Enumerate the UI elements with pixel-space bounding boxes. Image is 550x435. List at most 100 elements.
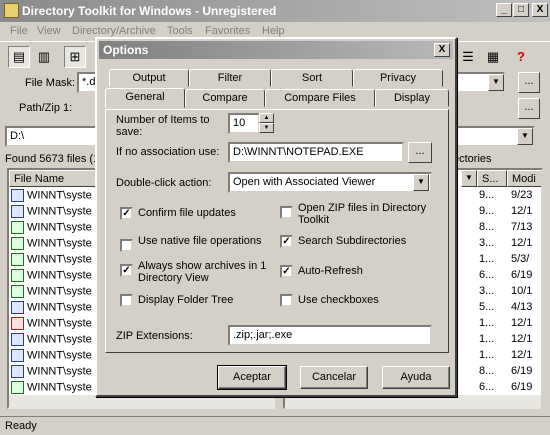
double-click-select[interactable]: Open with Associated Viewer xyxy=(228,172,432,193)
file-icon xyxy=(11,237,24,250)
list-item[interactable]: WINNT\syste xyxy=(11,285,92,301)
file-mask-dropdown-icon[interactable]: ▼ xyxy=(488,74,504,91)
spin-up-icon[interactable]: ▲ xyxy=(259,113,274,123)
tab-filter[interactable]: Filter xyxy=(189,69,271,87)
cell-s: 5... xyxy=(479,301,495,313)
list-item[interactable]: WINNT\syste xyxy=(11,301,92,317)
help-icon[interactable]: ? xyxy=(510,46,532,68)
file-mask-label: File Mask: xyxy=(25,77,76,89)
checkbox[interactable] xyxy=(280,206,293,219)
cell-s: 1... xyxy=(479,333,495,345)
directories-label: ectories xyxy=(453,153,492,165)
tab-general[interactable]: General xyxy=(105,88,185,108)
menu-help[interactable]: Help xyxy=(262,25,285,37)
options-dialog: Options X Output Filter Sort Privacy Gen… xyxy=(95,37,457,397)
checkbox[interactable]: ✓ xyxy=(120,207,133,220)
file-mask-browse-button[interactable]: ... xyxy=(518,72,540,93)
tab-display[interactable]: Display xyxy=(375,89,449,107)
menu-view[interactable]: View xyxy=(37,25,61,37)
list-item[interactable]: WINNT\syste xyxy=(11,269,92,285)
tab-compare-files[interactable]: Compare Files xyxy=(265,89,375,107)
checkbox[interactable] xyxy=(280,294,293,307)
association-input[interactable]: D:\WINNT\NOTEPAD.EXE xyxy=(228,142,404,163)
right-horizontal-scrollbar[interactable] xyxy=(285,395,541,409)
path-browse-button[interactable]: ... xyxy=(518,98,540,119)
checkbox-label: Confirm file updates xyxy=(138,207,236,219)
checkbox-label: Auto-Refresh xyxy=(298,265,363,277)
cell-m: 12/1 xyxy=(511,205,533,217)
file-name: WINNT\syste xyxy=(27,285,92,298)
column-modified[interactable]: Modi xyxy=(507,170,541,187)
file-name: WINNT\syste xyxy=(27,381,92,394)
sort-icon[interactable]: ▼ xyxy=(461,170,477,187)
found-count: Found 5673 files (1 xyxy=(5,153,100,165)
items-spinner[interactable]: ▲ ▼ xyxy=(259,113,274,133)
checkbox-label: Search Subdirectories xyxy=(298,235,407,247)
list-item[interactable]: WINNT\syste xyxy=(11,253,92,269)
checkbox[interactable]: ✓ xyxy=(280,235,293,248)
cell-m: 5/3/ xyxy=(511,253,530,265)
grid-icon[interactable]: ▦ xyxy=(482,46,504,68)
tab-sort[interactable]: Sort xyxy=(271,69,353,87)
column-file-name[interactable]: File Name xyxy=(9,170,109,187)
tab-privacy[interactable]: Privacy xyxy=(353,69,443,87)
list-item[interactable]: WINNT\syste xyxy=(11,189,92,205)
checkbox-label: Open ZIP files in Directory Toolkit xyxy=(298,202,427,226)
window-title: Directory Toolkit for Windows - Unregist… xyxy=(22,4,277,18)
maximize-button[interactable]: □ xyxy=(513,3,529,17)
checkbox[interactable]: ✓ xyxy=(280,265,293,278)
list-item[interactable]: WINNT\syste xyxy=(11,333,92,349)
list-item[interactable]: WINNT\syste xyxy=(11,237,92,253)
spin-down-icon[interactable]: ▼ xyxy=(259,123,274,133)
cell-s: 6... xyxy=(479,381,495,393)
checkbox-label: Use native file operations xyxy=(138,235,262,247)
cell-s: 8... xyxy=(479,365,495,377)
file-mask-input[interactable]: *.d xyxy=(77,72,97,93)
left-horizontal-scrollbar[interactable] xyxy=(9,395,275,409)
menu-directory-archive[interactable]: Directory/Archive xyxy=(72,25,156,37)
items-input[interactable]: 10 xyxy=(228,113,260,134)
menu-favorites[interactable]: Favorites xyxy=(205,25,250,37)
list-view-icon[interactable]: ▤ xyxy=(8,46,30,68)
checkbox[interactable]: ✓ xyxy=(120,264,133,277)
list-item[interactable]: WINNT\syste xyxy=(11,365,92,381)
path-label: Path/Zip 1: xyxy=(19,102,73,114)
path-dropdown-icon[interactable]: ▼ xyxy=(517,128,533,145)
file-icon xyxy=(11,365,24,378)
tab-compare[interactable]: Compare xyxy=(185,89,265,107)
list-item[interactable]: WINNT\syste xyxy=(11,317,92,333)
checkbox[interactable] xyxy=(120,294,133,307)
dialog-close-button[interactable]: X xyxy=(434,43,450,57)
file-icon xyxy=(11,189,24,202)
minimize-button[interactable]: _ xyxy=(496,3,512,17)
list-item[interactable]: WINNT\syste xyxy=(11,205,92,221)
cell-m: 10/1 xyxy=(511,285,533,297)
checkbox[interactable] xyxy=(120,239,133,252)
status-text: Ready xyxy=(5,420,37,432)
cell-s: 6... xyxy=(479,269,495,281)
double-click-dropdown-icon[interactable]: ▼ xyxy=(413,174,429,191)
ok-button[interactable]: Aceptar xyxy=(217,365,287,390)
details-icon[interactable]: ☰ xyxy=(457,46,479,68)
cell-m: 4/13 xyxy=(511,301,533,313)
title-bar: Directory Toolkit for Windows - Unregist… xyxy=(0,0,550,22)
list-item[interactable]: WINNT\syste xyxy=(11,349,92,365)
file-icon xyxy=(11,285,24,298)
close-button[interactable]: X xyxy=(532,3,548,17)
tree-view-icon[interactable]: ⊞ xyxy=(64,46,86,68)
association-browse-button[interactable]: ... xyxy=(408,142,432,163)
menu-tools[interactable]: Tools xyxy=(167,25,193,37)
tab-output[interactable]: Output xyxy=(109,69,189,87)
zip-extensions-label: ZIP Extensions: xyxy=(116,330,193,342)
column-size[interactable]: S... xyxy=(477,170,507,187)
cell-m: 12/1 xyxy=(511,333,533,345)
file-name: WINNT\syste xyxy=(27,365,92,378)
menu-file[interactable]: File xyxy=(10,25,28,37)
help-button[interactable]: Ayuda xyxy=(382,366,450,389)
zip-extensions-input[interactable]: .zip;.jar;.exe xyxy=(228,325,432,346)
list-item[interactable]: WINNT\syste xyxy=(11,221,92,237)
general-tab-panel: Number of Items to save: 10 ▲ ▼ If no as… xyxy=(105,109,449,353)
file-name: WINNT\syste xyxy=(27,301,92,314)
split-view-icon[interactable]: ▥ xyxy=(33,46,55,68)
cancel-button[interactable]: Cancelar xyxy=(300,366,368,389)
